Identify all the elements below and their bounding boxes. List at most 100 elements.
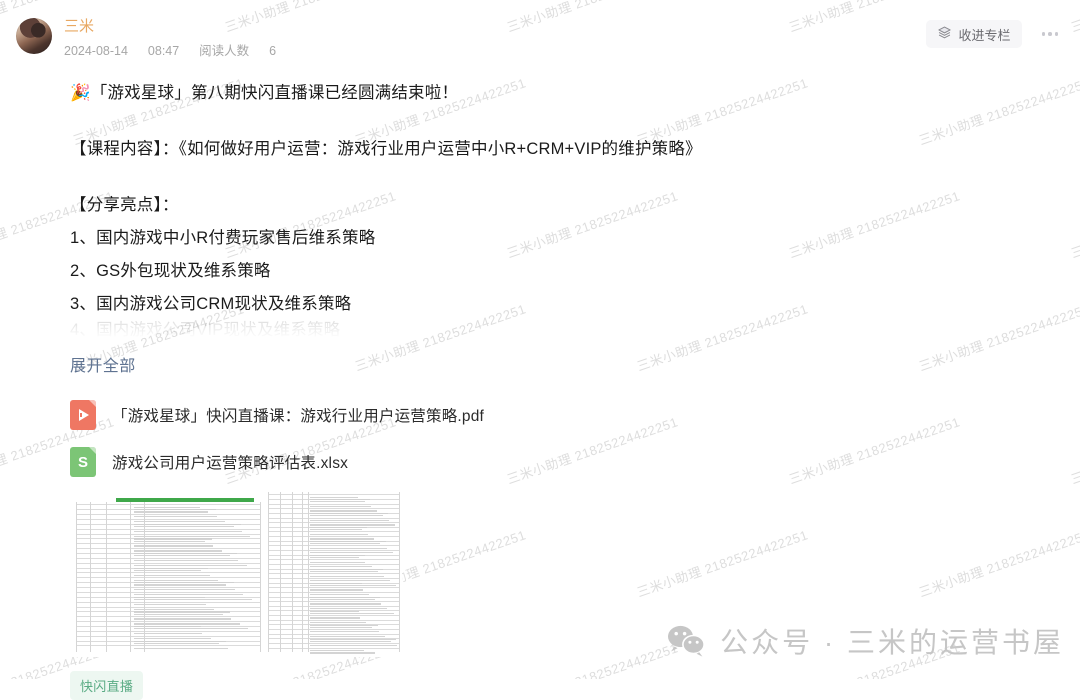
thumbnail-cell-text	[310, 501, 365, 503]
thumbnail-grid-line	[399, 492, 400, 653]
thumbnail-grid-line	[268, 564, 400, 566]
header-actions: 收进专栏	[926, 16, 1064, 48]
avatar[interactable]	[16, 18, 52, 54]
thumbnail-grid-line	[268, 647, 400, 649]
thumbnail-cell-text	[310, 496, 359, 498]
thumbnail-grid-line	[76, 562, 261, 564]
header-meta: 三米 2024-08-14 08:47 阅读人数 6	[64, 16, 278, 60]
collect-to-column-button[interactable]: 收进专栏	[926, 20, 1022, 48]
thumbnail-cell-text	[134, 608, 215, 610]
thumbnail-cell-text	[134, 560, 239, 562]
thumbnail-cell-text	[310, 556, 360, 559]
more-options-button[interactable]	[1036, 26, 1065, 42]
thumbnail-cell-text	[134, 613, 223, 615]
thumbnail-cell-text	[134, 530, 242, 533]
thumbnail-cell-text	[310, 566, 372, 568]
attachment-name: 「游戏星球」快闪直播课：游戏行业用户运营策略.pdf	[112, 408, 485, 426]
thumbnail-cell-text	[310, 519, 390, 521]
attachment-item-xlsx[interactable]: S 游戏公司用户运营策略评估表.xlsx	[70, 443, 1064, 481]
thumbnail-grid-line	[76, 518, 261, 520]
thumbnail-cell-text	[310, 570, 378, 573]
thumbnail-grid-line	[76, 509, 261, 511]
thumbnail-cell-text	[134, 525, 234, 528]
spreadsheet-preview-thumbnail[interactable]	[72, 492, 402, 658]
thumbnail-cell-text	[134, 628, 248, 630]
thumbnail-grid-line	[76, 502, 77, 653]
thumbnail-cell-text	[310, 515, 384, 517]
thumbnail-grid-line	[268, 554, 400, 556]
thumbnail-grid-line	[76, 557, 261, 559]
thumbnail-cell-text	[134, 579, 218, 581]
thumbnail-cell-text	[310, 524, 396, 526]
thumbnail-cell-text	[310, 612, 394, 614]
thumbnail-grid-line	[76, 543, 261, 545]
thumbnail-grid-line	[268, 587, 400, 589]
thumbnail-grid-line	[268, 512, 400, 514]
thumbnail-grid-line	[268, 550, 400, 552]
thumbnail-grid-line	[280, 492, 281, 653]
expand-all-link[interactable]: 展开全部	[70, 352, 136, 376]
file-letter: S	[77, 453, 88, 471]
thumbnail-cell-text	[310, 575, 384, 577]
author-name[interactable]: 三米	[64, 17, 278, 37]
thumbnail-grid-line	[76, 504, 261, 506]
article-highlights-title: 【分享亮点】：	[70, 196, 179, 215]
thumbnail-grid-line	[268, 498, 400, 500]
thumbnail-cell-text	[310, 580, 391, 582]
thumbnail-cell-text	[310, 652, 376, 654]
thumbnail-grid-line	[268, 605, 400, 607]
thumbnail-grid-line	[268, 494, 400, 496]
thumbnail-grid-line	[268, 577, 400, 579]
more-dot	[1054, 32, 1058, 36]
thumbnail-grid-line	[268, 540, 400, 542]
thumbnail-grid-line	[268, 526, 400, 528]
thumbnail-cell-text	[134, 589, 235, 591]
thumbnail-cell-text	[134, 584, 227, 586]
thumbnail-cell-text	[134, 574, 210, 576]
thumbnail-cell-text	[310, 505, 371, 507]
pdf-file-icon	[70, 400, 96, 431]
thumbnail-grid-line	[90, 502, 91, 653]
highlight-item: 1、国内游戏中小R付费玩家售后维系策略	[70, 229, 376, 248]
more-dot	[1048, 32, 1052, 36]
thumbnail-grid-line	[268, 531, 400, 533]
thumbnail-grid-line	[268, 536, 400, 538]
thumbnail-grid-line	[268, 638, 400, 640]
thumbnail-grid-line	[76, 640, 261, 642]
thumbnail-grid-line	[76, 625, 261, 627]
thumbnail-cell-text	[310, 594, 369, 596]
thumbnail-grid-line	[268, 492, 269, 653]
thumbnail-cell-text	[134, 545, 214, 547]
thumbnail-cell-text	[310, 589, 363, 591]
thumbnail-grid-line	[76, 621, 261, 623]
thumbnail-grid-line	[76, 577, 261, 579]
thumbnail-grid-line	[260, 502, 261, 653]
tag-kuaishan-zhibo[interactable]: 快闪直播	[70, 671, 144, 700]
post-header: 三米 2024-08-14 08:47 阅读人数 6 收进专栏	[0, 16, 1080, 72]
thumbnail-grid-line	[76, 645, 261, 647]
thumbnail-cell-text	[310, 649, 364, 652]
thumbnail-cell-text	[134, 598, 252, 601]
thumbnail-grid-line	[106, 502, 107, 653]
thumbnail-grid-line	[292, 492, 293, 653]
thumbnail-cell-text	[310, 598, 376, 600]
thumbnail-cell-text	[310, 533, 369, 535]
attachment-item-pdf[interactable]: 「游戏星球」快闪直播课：游戏行业用户运营策略.pdf	[70, 396, 1064, 434]
thumbnail-cell-text	[310, 621, 367, 624]
thumbnail-cell-text	[310, 631, 379, 633]
article-body: 🎉「游戏星球」第八期快闪直播课已经圆满结束啦！ 【课程内容】：《如何做好用户运营…	[0, 80, 1080, 700]
thumbnail-cell-text	[134, 550, 222, 552]
thumbnail-grid-line	[76, 611, 261, 613]
brand-text: 公众号 · 三米的运营书屋	[720, 627, 1064, 658]
highlight-item: 2、GS外包现状及维系策略	[70, 261, 271, 280]
thumbnail-grid-line	[76, 528, 261, 530]
thumbnail-cell-text	[134, 637, 211, 640]
thumbnail-cell-text	[310, 608, 388, 610]
thumbnail-cell-text	[310, 561, 366, 563]
highlight-item: 3、国内游戏公司CRM现状及维系策略	[70, 294, 352, 313]
more-dot	[1041, 32, 1045, 36]
attachment-name: 游戏公司用户运营策略评估表.xlsx	[112, 455, 349, 473]
thumbnail-grid-line	[268, 619, 400, 621]
thumbnail-cell-text	[310, 538, 375, 540]
thumbnail-grid-line	[268, 503, 400, 505]
